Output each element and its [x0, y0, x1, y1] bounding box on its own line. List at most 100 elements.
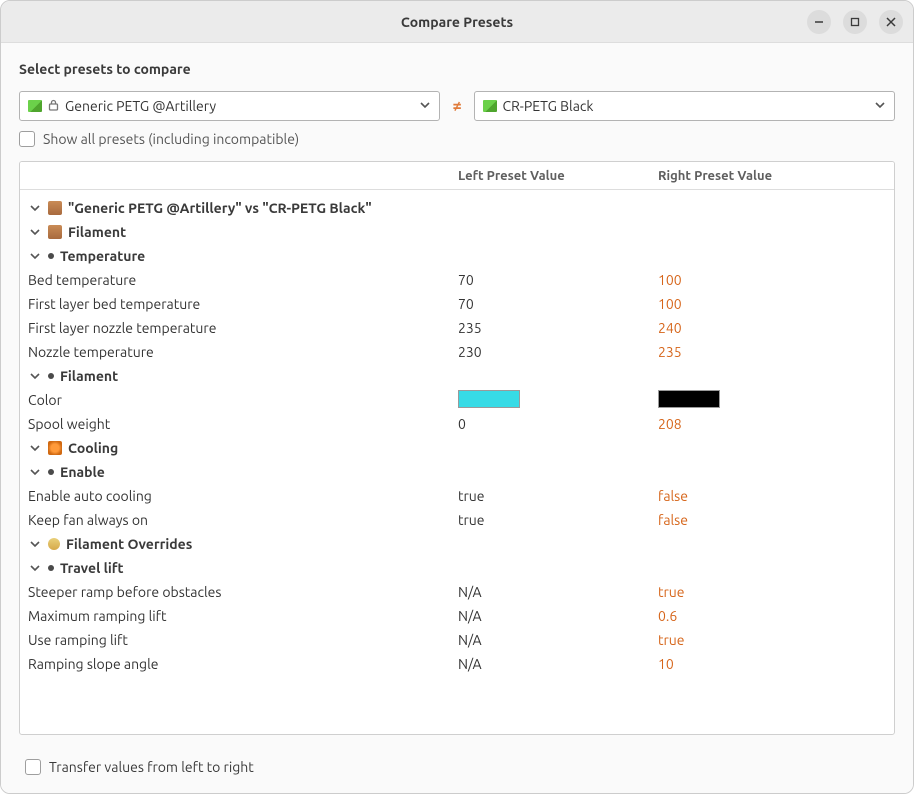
left-value: true — [450, 511, 650, 529]
param-row: Spool weight 0 208 — [20, 412, 894, 436]
transfer-checkbox[interactable] — [25, 759, 41, 775]
subgroup-enable: Enable — [20, 460, 894, 484]
param-row: Maximum ramping lift N/A 0.6 — [20, 604, 894, 628]
param-label: Color — [28, 392, 62, 408]
subgroup-filament: Filament — [20, 364, 894, 388]
select-presets-label: Select presets to compare — [19, 61, 895, 77]
header-right: Right Preset Value — [650, 169, 894, 183]
param-label: First layer bed temperature — [28, 296, 200, 312]
right-preset-select[interactable]: CR-PETG Black — [474, 91, 895, 121]
param-row-color: Color — [20, 388, 894, 412]
group-label: Cooling — [68, 440, 118, 456]
param-row: Steeper ramp before obstacles N/A true — [20, 580, 894, 604]
window-controls — [807, 10, 903, 34]
subgroup-label: Filament — [60, 368, 118, 384]
right-value: 240 — [650, 319, 894, 337]
subgroup-travel: Travel lift — [20, 556, 894, 580]
param-label: Spool weight — [28, 416, 110, 432]
window-title: Compare Presets — [401, 14, 513, 30]
right-value: true — [650, 583, 894, 601]
transfer-row: Transfer values from left to right — [25, 759, 895, 775]
param-row: Keep fan always on true false — [20, 508, 894, 532]
expand-toggle[interactable] — [28, 371, 42, 381]
expand-toggle[interactable] — [28, 251, 42, 261]
param-label: Bed temperature — [28, 272, 136, 288]
spool-icon — [48, 225, 62, 239]
bullet-icon — [48, 469, 54, 475]
param-label: First layer nozzle temperature — [28, 320, 216, 336]
right-value: 100 — [650, 295, 894, 313]
chevron-down-icon — [419, 98, 431, 114]
left-preset-select[interactable]: Generic PETG @Artillery — [19, 91, 440, 121]
right-value: 208 — [650, 415, 894, 433]
spool-icon — [48, 201, 62, 215]
show-all-checkbox[interactable] — [19, 131, 35, 147]
param-row: First layer nozzle temperature 235 240 — [20, 316, 894, 340]
param-row: Ramping slope angle N/A 10 — [20, 652, 894, 676]
root-row: "Generic PETG @Artillery" vs "CR-PETG Bl… — [20, 196, 894, 220]
maximize-button[interactable] — [843, 10, 867, 34]
param-label: Enable auto cooling — [28, 488, 152, 504]
header-left: Left Preset Value — [450, 169, 650, 183]
content-area: Select presets to compare Generic PETG @… — [1, 43, 913, 745]
right-value: false — [650, 487, 894, 505]
group-label: Filament Overrides — [66, 536, 192, 552]
subgroup-label: Travel lift — [60, 560, 124, 576]
param-label: Nozzle temperature — [28, 344, 154, 360]
group-overrides: Filament Overrides — [20, 532, 894, 556]
group-cooling: Cooling — [20, 436, 894, 460]
close-icon — [886, 17, 896, 27]
param-label: Use ramping lift — [28, 632, 128, 648]
fan-icon — [48, 441, 62, 455]
param-label: Maximum ramping lift — [28, 608, 167, 624]
param-row: Enable auto cooling true false — [20, 484, 894, 508]
left-value: N/A — [450, 583, 650, 601]
subgroup-temperature: Temperature — [20, 244, 894, 268]
left-preset-label: Generic PETG @Artillery — [65, 98, 419, 114]
right-value: true — [650, 631, 894, 649]
footer: Transfer values from left to right — [1, 745, 913, 793]
left-value: true — [450, 487, 650, 505]
left-value: 0 — [450, 415, 650, 433]
minimize-button[interactable] — [807, 10, 831, 34]
right-value: 0.6 — [650, 607, 894, 625]
param-row: Use ramping lift N/A true — [20, 628, 894, 652]
root-label: "Generic PETG @Artillery" vs "CR-PETG Bl… — [68, 200, 372, 216]
left-value: N/A — [450, 631, 650, 649]
grid-header: Left Preset Value Right Preset Value — [20, 162, 894, 190]
right-value: 235 — [650, 343, 894, 361]
expand-toggle[interactable] — [28, 539, 42, 549]
left-value: 70 — [450, 295, 650, 313]
compare-grid: Left Preset Value Right Preset Value "Ge… — [19, 161, 895, 735]
expand-toggle[interactable] — [28, 227, 42, 237]
close-button[interactable] — [879, 10, 903, 34]
expand-toggle[interactable] — [28, 467, 42, 477]
lock-icon — [48, 98, 59, 114]
left-value: 70 — [450, 271, 650, 289]
expand-toggle[interactable] — [28, 443, 42, 453]
color-swatch-left — [458, 390, 520, 408]
transfer-label: Transfer values from left to right — [49, 759, 254, 775]
left-value: N/A — [450, 655, 650, 673]
right-value: false — [650, 511, 894, 529]
bullet-icon — [48, 253, 54, 259]
right-preset-label: CR-PETG Black — [503, 98, 874, 114]
left-value: N/A — [450, 607, 650, 625]
maximize-icon — [850, 17, 860, 27]
expand-toggle[interactable] — [28, 563, 42, 573]
show-all-row: Show all presets (including incompatible… — [19, 131, 895, 147]
show-all-label: Show all presets (including incompatible… — [43, 131, 299, 147]
param-label: Steeper ramp before obstacles — [28, 584, 221, 600]
right-value: 100 — [650, 271, 894, 289]
color-swatch-right — [658, 390, 720, 408]
bullet-icon — [48, 565, 54, 571]
left-value: 230 — [450, 343, 650, 361]
expand-toggle[interactable] — [28, 203, 42, 213]
param-label: Ramping slope angle — [28, 656, 159, 672]
param-row: First layer bed temperature 70 100 — [20, 292, 894, 316]
left-value: 235 — [450, 319, 650, 337]
flag-icon — [28, 100, 42, 112]
tree: "Generic PETG @Artillery" vs "CR-PETG Bl… — [20, 190, 894, 686]
param-label: Keep fan always on — [28, 512, 148, 528]
minimize-icon — [814, 17, 824, 27]
